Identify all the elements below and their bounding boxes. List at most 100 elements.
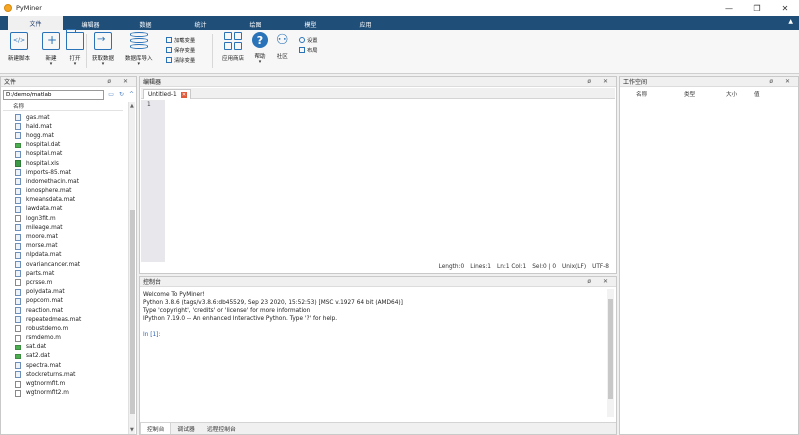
scrollbar-thumb[interactable] — [130, 210, 135, 414]
maximize-button[interactable]: ❐ — [743, 0, 771, 16]
database-import-button[interactable]: 数据库导入 ▾ — [125, 32, 153, 67]
refresh-icon[interactable]: ↻ — [119, 91, 124, 98]
panel-float-close-icons[interactable]: ø ✕ — [107, 78, 133, 85]
import-icon — [94, 32, 112, 50]
column-type[interactable]: 类型 — [684, 90, 724, 99]
file-list-item[interactable]: sat.dat — [15, 343, 125, 352]
tab-debugger[interactable]: 调试器 — [171, 423, 200, 434]
scroll-down-icon[interactable]: ▼ — [130, 427, 134, 433]
console-output[interactable]: Welcome To PyMiner! Python 3.8.6 (tags/v… — [143, 291, 603, 339]
file-list-item[interactable]: wgtnormfit2.m — [15, 389, 125, 398]
file-name: hald.mat — [26, 123, 52, 130]
layout-button[interactable]: 布局 — [299, 46, 318, 54]
tab-apps[interactable]: 应用 — [338, 18, 393, 30]
file-list-item[interactable]: lawdata.mat — [15, 205, 125, 214]
file-list-item[interactable]: gas.mat — [15, 113, 125, 122]
status-lines: Lines:1 — [470, 264, 491, 270]
editor-tab-untitled[interactable]: Untitled-1 ✕ — [143, 89, 191, 99]
file-list-item[interactable]: hospital.dat — [15, 141, 125, 150]
file-list-item[interactable]: indomethacin.mat — [15, 177, 125, 186]
folder-icon — [65, 29, 84, 50]
file-list-item[interactable]: parts.mat — [15, 269, 125, 278]
file-list-item[interactable]: spectra.mat — [15, 361, 125, 370]
workspace-column-headers: 名称 类型 大小 值 — [622, 90, 792, 99]
console-line: IPython 7.19.0 -- An enhanced Interactiv… — [143, 316, 338, 322]
tab-file[interactable]: 文件 — [8, 16, 63, 30]
file-list-scrollbar[interactable]: ▲ ▼ — [128, 102, 135, 434]
column-name[interactable]: 名称 — [636, 90, 676, 99]
tab-data[interactable]: 数据 — [118, 18, 173, 30]
new-button[interactable]: 新建 ▾ — [42, 32, 60, 67]
file-list-item[interactable]: imports-85.mat — [15, 168, 125, 177]
tab-console[interactable]: 控制台 — [140, 423, 172, 434]
column-size[interactable]: 大小 — [726, 90, 754, 99]
minimize-button[interactable]: — — [715, 0, 743, 16]
file-list-item[interactable]: wgtnormfit.m — [15, 379, 125, 388]
file-list-item[interactable]: ionosphere.mat — [15, 187, 125, 196]
file-list-item[interactable]: mileage.mat — [15, 223, 125, 232]
panel-float-close-icons[interactable]: ø ✕ — [587, 278, 613, 285]
file-list-item[interactable]: morse.mat — [15, 242, 125, 251]
file-list-item[interactable]: hogg.mat — [15, 131, 125, 140]
tab-close-icon[interactable]: ✕ — [181, 92, 187, 98]
file-list-item[interactable]: moore.mat — [15, 232, 125, 241]
console-prompt[interactable]: In [1]: — [143, 331, 603, 339]
app-store-button[interactable]: 应用商店 — [222, 32, 244, 62]
browse-folder-icon[interactable]: ▭ — [108, 91, 114, 98]
file-list-item[interactable]: reaction.mat — [15, 306, 125, 315]
community-button[interactable]: ⚇ 社区 — [276, 32, 289, 60]
tab-model[interactable]: 模型 — [283, 18, 338, 30]
load-variable-button[interactable]: 加载变量 — [166, 36, 195, 44]
file-column-header[interactable]: 名称 — [3, 102, 123, 111]
file-list-item[interactable]: repeatedmeas.mat — [15, 315, 125, 324]
file-list-item[interactable]: ovariancancer.mat — [15, 260, 125, 269]
mat-file-icon — [15, 205, 21, 213]
fetch-data-button[interactable]: 获取数据 ▾ — [92, 32, 114, 67]
path-input[interactable] — [3, 89, 105, 100]
file-list-item[interactable]: hospital.xls — [15, 159, 125, 168]
column-value[interactable]: 值 — [754, 90, 760, 99]
console-scrollbar[interactable] — [607, 289, 614, 417]
file-list-item[interactable]: nlpdata.mat — [15, 251, 125, 260]
file-list-item[interactable]: sat2.dat — [15, 352, 125, 361]
file-name: parts.mat — [26, 270, 55, 277]
panel-float-close-icons[interactable]: ø ✕ — [769, 78, 795, 85]
file-list-item[interactable]: stockreturns.mat — [15, 370, 125, 379]
new-script-button[interactable]: 新建脚本 — [8, 32, 30, 62]
panel-float-close-icons[interactable]: ø ✕ — [587, 78, 613, 85]
tab-remote-console[interactable]: 远程控制台 — [201, 423, 242, 434]
file-list-item[interactable]: popcorn.mat — [15, 297, 125, 306]
file-list-item[interactable]: kmeansdata.mat — [15, 196, 125, 205]
file-name: nlpdata.mat — [26, 252, 62, 259]
file-list-item[interactable]: logn3fit.m — [15, 214, 125, 223]
tab-statistics[interactable]: 统计 — [173, 18, 228, 30]
file-list-item[interactable]: rsmdemo.m — [15, 334, 125, 343]
scroll-up-icon[interactable]: ▲ — [130, 103, 134, 109]
ribbon-collapse-icon[interactable]: ▲ — [788, 18, 793, 25]
community-icon: ⚇ — [276, 32, 289, 48]
mat-file-icon — [15, 123, 21, 131]
close-button[interactable]: ✕ — [771, 0, 799, 16]
file-list-item[interactable]: robustdemo.m — [15, 324, 125, 333]
mat-file-icon — [15, 307, 21, 315]
file-name: repeatedmeas.mat — [26, 316, 82, 323]
workspace-panel-title: 工作空间 — [623, 79, 648, 86]
help-button[interactable]: ? 帮助 ▾ — [252, 32, 268, 65]
tab-plot[interactable]: 绘图 — [228, 18, 283, 30]
scrollbar-thumb[interactable] — [608, 299, 613, 399]
file-list-item[interactable]: hald.mat — [15, 122, 125, 131]
file-name: polydata.mat — [26, 289, 65, 296]
save-variable-button[interactable]: 保存变量 — [166, 46, 195, 54]
file-name: kmeansdata.mat — [26, 197, 76, 204]
open-button[interactable]: 打开 ▾ — [65, 29, 84, 67]
status-ln-col: Ln:1 Col:1 — [496, 264, 527, 270]
file-list-item[interactable]: hospital.mat — [15, 150, 125, 159]
mat-file-icon — [15, 270, 21, 278]
settings-button[interactable]: 设置 — [299, 36, 318, 44]
file-name: wgtnormfit2.m — [26, 390, 69, 397]
file-list-item[interactable]: pcrsse.m — [15, 278, 125, 287]
clear-variable-button[interactable]: 清除变量 — [166, 56, 195, 64]
console-panel-title: 控制台 — [143, 279, 162, 286]
file-list-item[interactable]: polydata.mat — [15, 288, 125, 297]
up-directory-icon[interactable]: ^ — [129, 91, 134, 98]
